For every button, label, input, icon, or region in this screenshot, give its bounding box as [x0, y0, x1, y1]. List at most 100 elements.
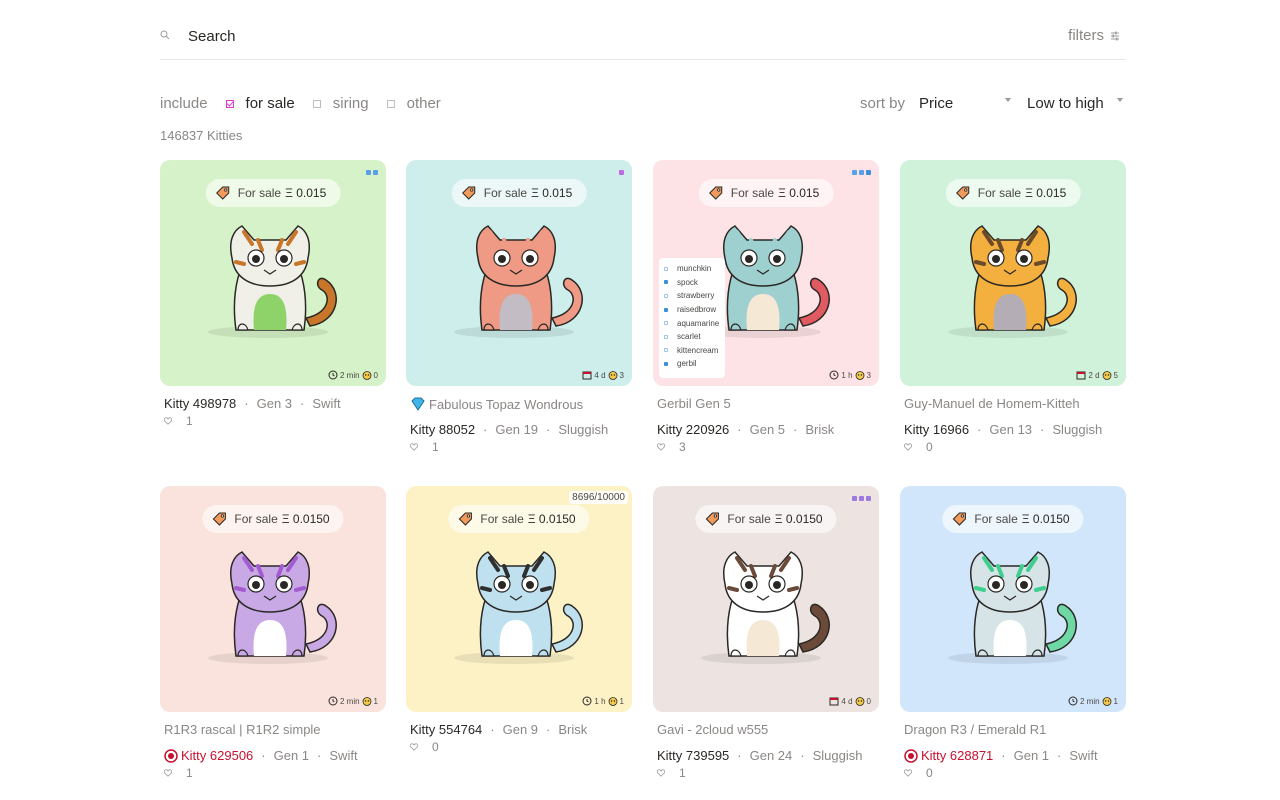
cattribute-label: aquamarine	[677, 318, 720, 328]
cattribute-label: strawberry	[677, 291, 715, 301]
kitty-fancy-title[interactable]: Gavi - 2cloud w555	[657, 722, 768, 737]
kitty-count: 146837 Kitties	[160, 128, 243, 143]
badge-label: For sale	[974, 512, 1018, 526]
kitty-speed: Brisk	[805, 422, 835, 437]
cattribute-item[interactable]: munchkin	[664, 262, 720, 276]
kitty-title-line: Guy-Manuel de Homem-Kitteh	[904, 396, 1080, 411]
kitty-illustration	[701, 551, 830, 664]
search-input[interactable]	[188, 25, 788, 47]
likes-count: 1	[679, 766, 686, 780]
heart-icon[interactable]	[904, 443, 912, 451]
price-tag-icon	[709, 186, 723, 200]
calendar-icon	[582, 371, 592, 380]
kitty-tile[interactable]: For sale Ξ 0.015 munchkin spock strawberry…	[653, 160, 879, 386]
kitty-generation: Gen 13	[989, 422, 1033, 437]
cattribute-item[interactable]: strawberry	[664, 289, 720, 303]
sort-order-select[interactable]: Low to high	[1027, 95, 1127, 112]
heart-icon[interactable]	[904, 769, 912, 777]
for-sale-badge: For sale Ξ 0.0150	[942, 505, 1084, 533]
price-tag-icon	[952, 512, 966, 526]
search-bar: filters	[160, 18, 1126, 60]
likes-count: 1	[186, 766, 193, 780]
kitty-tile[interactable]: For sale Ξ 0.015 2 min 0	[160, 160, 386, 386]
likes-row: 1	[657, 766, 686, 780]
cattribute-item[interactable]: gerbil	[664, 357, 720, 371]
for-sale-badge: For sale Ξ 0.015	[451, 179, 587, 207]
cattribute-label: gerbil	[677, 359, 697, 369]
heart-icon[interactable]	[164, 769, 172, 777]
chevron-down-icon	[1117, 98, 1124, 102]
sort-field-select[interactable]: Price	[919, 95, 1027, 112]
kitty-fancy-title[interactable]: R1R3 rascal | R1R2 simple	[164, 722, 321, 737]
kitty-fancy-title[interactable]: Dragon R3 / Emerald R1	[904, 722, 1046, 737]
kitty-info-line: Kitty 498978 · Gen 3 · Swift	[164, 396, 341, 411]
kitty-fancy-title[interactable]: Guy-Manuel de Homem-Kitteh	[904, 396, 1080, 411]
separator: ·	[737, 748, 742, 763]
kitty-name[interactable]: Kitty 498978	[164, 396, 236, 411]
likes-row: 0	[410, 740, 439, 754]
cattribute-dot-icon	[664, 280, 668, 285]
fancy-badge-icon	[904, 748, 918, 763]
cattribute-item[interactable]: spock	[664, 276, 720, 290]
kitty-name[interactable]: Kitty 88052	[410, 422, 475, 437]
kitty-tile[interactable]: For sale Ξ 0.015 4 d 3	[406, 160, 632, 386]
price-tag-icon	[462, 186, 476, 200]
heart-icon[interactable]	[657, 443, 665, 451]
kitty-title-line: R1R3 rascal | R1R2 simple	[164, 722, 321, 737]
kitty-name[interactable]: Kitty 628871	[921, 748, 993, 763]
price-tag-icon	[458, 512, 472, 526]
kitty-tile[interactable]: For sale Ξ 0.015 2 d 5	[900, 160, 1126, 386]
other-label: other	[406, 95, 441, 112]
kitty-generation: Gen 19	[495, 422, 539, 437]
cattribute-label: kittencream	[677, 345, 719, 355]
cooldown-meta: 4 d 0	[829, 696, 871, 706]
kitty-tile[interactable]: For sale Ξ 0.0150 4 d 0	[653, 486, 879, 712]
kitty-tile[interactable]: 8696/10000 For sale Ξ 0.0150 1 h 1	[406, 486, 632, 712]
for-sale-checkbox[interactable]: for sale	[225, 95, 295, 112]
kitty-name[interactable]: Kitty 629506	[181, 748, 253, 763]
separator: ·	[300, 396, 305, 411]
separator: ·	[317, 748, 322, 763]
cattribute-item[interactable]: scarlet	[664, 330, 720, 344]
cattribute-item[interactable]: kittencream	[664, 344, 720, 358]
cattribute-item[interactable]: aquamarine	[664, 316, 720, 330]
price-value: Ξ 0.0150	[774, 512, 823, 526]
siring-checkbox[interactable]: siring	[312, 95, 369, 112]
filters-button[interactable]: filters	[1068, 27, 1120, 44]
cattribute-icon	[859, 496, 864, 501]
cattribute-dot-icon	[664, 361, 668, 366]
kitty-fancy-title[interactable]: Gerbil Gen 5	[657, 396, 731, 411]
kitty-tile[interactable]: For sale Ξ 0.0150 2 min 1	[160, 486, 386, 712]
kitty-generation: Gen 24	[749, 748, 793, 763]
checkbox-checked-icon	[225, 99, 234, 108]
cattribute-item[interactable]: raisedbrow	[664, 303, 720, 317]
heart-icon[interactable]	[657, 769, 665, 777]
clock-icon	[1068, 696, 1078, 706]
heart-icon[interactable]	[164, 417, 172, 425]
heart-icon[interactable]	[410, 443, 418, 451]
cattribute-icons	[852, 170, 871, 175]
cattributes-list: munchkin spock strawberry raisedbrow aquamar…	[659, 258, 725, 378]
kitty-info-line: Kitty 16966 · Gen 13 · Sluggish	[904, 422, 1102, 437]
cattribute-label: scarlet	[677, 332, 701, 342]
kitty-name[interactable]: Kitty 220926	[657, 422, 729, 437]
badge-label: For sale	[730, 186, 775, 200]
kitty-title-line: Fabulous Topaz Wondrous	[410, 396, 583, 412]
cooldown-time: 2 min	[339, 370, 360, 380]
for-sale-label: for sale	[245, 95, 295, 112]
cooldown-time: 2 min	[1079, 696, 1100, 706]
include-label: include	[160, 95, 208, 112]
kitty-fancy-title[interactable]: Fabulous Topaz Wondrous	[429, 397, 583, 412]
kitty-name[interactable]: Kitty 16966	[904, 422, 969, 437]
badge-label: For sale	[237, 186, 282, 200]
cattribute-icon	[619, 170, 624, 175]
kitty-tile[interactable]: For sale Ξ 0.0150 2 min 1	[900, 486, 1126, 712]
checkbox-icon	[312, 99, 321, 108]
kitty-face-icon	[1102, 371, 1111, 380]
heart-icon[interactable]	[410, 743, 418, 751]
kitty-name[interactable]: Kitty 554764	[410, 722, 482, 737]
separator: ·	[261, 748, 266, 763]
kitty-name[interactable]: Kitty 739595	[657, 748, 729, 763]
other-checkbox[interactable]: other	[386, 95, 441, 112]
price-tag-icon	[956, 186, 970, 200]
